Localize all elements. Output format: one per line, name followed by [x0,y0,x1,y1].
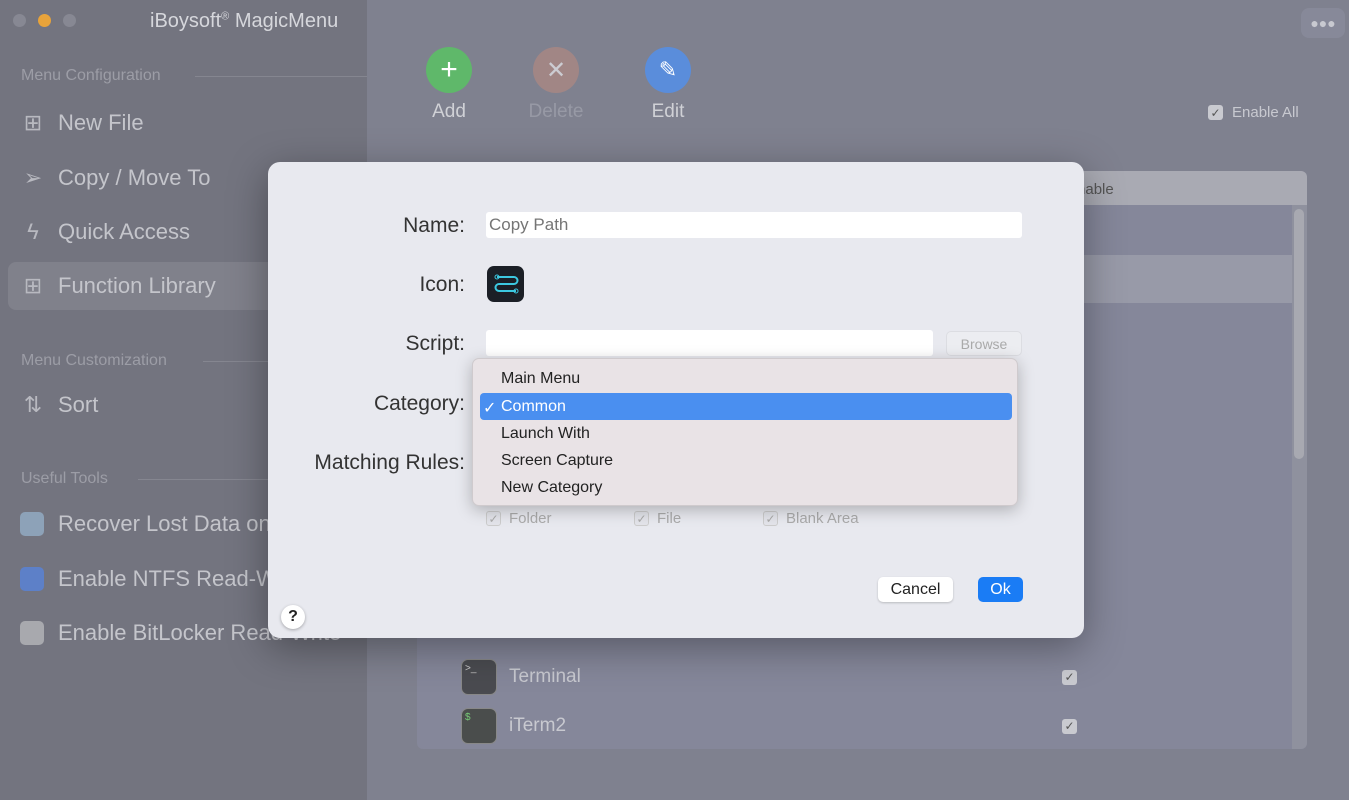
sort-icon: ⇅ [23,392,43,417]
plus-icon: + [426,47,472,93]
ok-button[interactable]: Ok [978,577,1023,602]
script-label: Script: [405,332,465,355]
table-row[interactable]: >_ Terminal ✓ [417,653,1292,701]
edit-button[interactable]: ✎ Edit [618,47,718,123]
menu-item-label: Common [501,398,566,415]
grid-icon: ⊞ [23,273,43,298]
sidebar-item-label: Recover Lost Data on [58,511,271,536]
menu-item-screen-capture[interactable]: Screen Capture [501,452,613,470]
divider [195,76,367,77]
lightning-icon: ϟ [27,219,39,244]
terminal-app-icon: >_ [461,659,497,695]
category-label: Category: [373,392,465,415]
name-label: Name: [403,214,465,237]
zoom-window-button[interactable] [63,14,76,27]
rule-label: Blank Area [786,510,859,527]
row-name: Terminal [509,666,581,687]
menu-item-common[interactable]: ✓ Common [480,393,1012,420]
script-input[interactable] [486,330,933,356]
sidebar-item-label: Enable NTFS Read-W [58,566,277,591]
enable-all-label: Enable All [1232,104,1299,121]
section-menu-configuration: Menu Configuration [21,67,161,84]
delete-button[interactable]: ✕ Delete [506,47,606,123]
scrollbar[interactable] [1292,205,1307,749]
row-enable-checkbox[interactable]: ✓ [1062,669,1077,685]
send-icon: ➢ [23,165,43,190]
delete-label: Delete [528,101,584,122]
rule-file-checkbox[interactable]: ✓ File [634,510,681,527]
path-icon [494,274,518,294]
new-file-icon: ⊞ [23,110,43,135]
rule-label: File [657,510,682,527]
cancel-button[interactable]: Cancel [878,577,953,602]
close-window-button[interactable] [13,14,26,27]
pencil-icon: ✎ [645,47,691,93]
data-recovery-app-icon [20,512,44,536]
help-button[interactable]: ? [281,605,305,629]
ntfs-app-icon [20,567,44,591]
section-menu-customization: Menu Customization [21,352,167,369]
sidebar-item-label: Copy / Move To [58,165,211,190]
name-input[interactable] [486,212,1022,238]
row-enable-checkbox[interactable]: ✓ [1062,718,1077,734]
rule-folder-checkbox[interactable]: ✓ Folder [486,510,552,527]
checkmark-icon: ✓ [483,400,497,417]
matching-rules-label: Matching Rules: [314,451,465,474]
iterm-app-icon: $ [461,708,497,744]
enable-all-checkbox[interactable]: ✓ Enable All [1208,104,1299,121]
category-dropdown-menu: Main Menu ✓ Common Launch With Screen Ca… [472,358,1018,506]
sidebar-item-label: New File [58,110,144,135]
sidebar-item-new-file[interactable]: ⊞ New File [8,99,368,147]
table-row[interactable]: $ iTerm2 ✓ [417,702,1292,749]
x-icon: ✕ [533,47,579,93]
checkmark-icon: ✓ [1208,105,1223,120]
row-name: iTerm2 [509,715,567,736]
function-icon-picker[interactable] [487,266,524,302]
edit-label: Edit [651,101,685,122]
add-button[interactable]: + Add [399,47,499,123]
icon-label: Icon: [419,273,465,296]
minimize-window-button[interactable] [38,14,51,27]
sidebar-item-label: Function Library [58,273,216,298]
rule-label: Folder [509,510,552,527]
menu-item-main-menu[interactable]: Main Menu [501,370,580,388]
rule-blank-area-checkbox[interactable]: ✓ Blank Area [763,510,859,527]
add-label: Add [432,101,466,122]
more-options-button[interactable]: ●●● [1301,8,1345,38]
app-title: iBoysoft® MagicMenu [150,10,339,32]
menu-item-launch-with[interactable]: Launch With [501,425,590,443]
browse-button[interactable]: Browse [946,331,1022,356]
sidebar-item-label: Sort [58,392,99,417]
menu-item-new-category[interactable]: New Category [501,479,602,497]
sidebar-item-label: Quick Access [58,219,191,244]
bitlocker-app-icon [20,621,44,645]
section-useful-tools: Useful Tools [21,470,108,487]
